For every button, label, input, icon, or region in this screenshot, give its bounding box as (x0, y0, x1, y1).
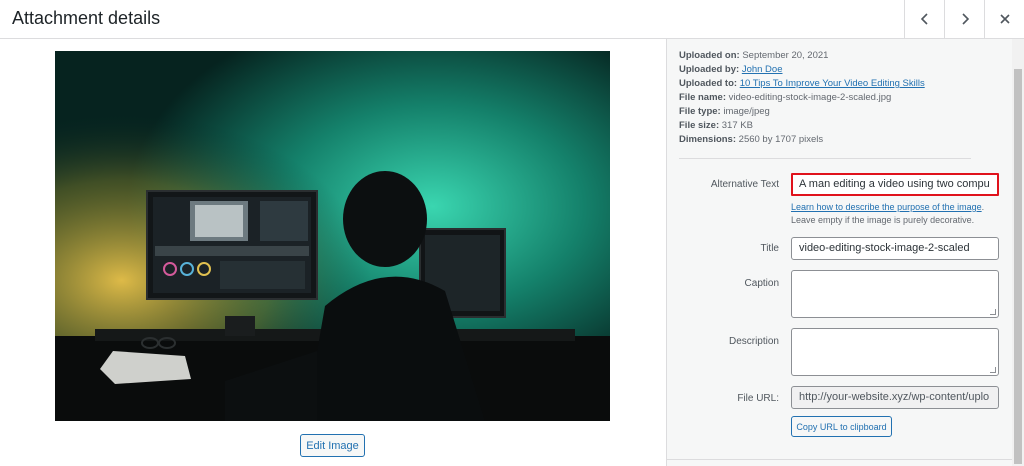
uploaded-on: Uploaded on: September 20, 2021 (679, 50, 829, 61)
alt-text-label: Alternative Text (710, 179, 779, 190)
attachment-image (55, 51, 610, 421)
dimensions: Dimensions: 2560 by 1707 pixels (679, 134, 824, 145)
previous-button[interactable] (904, 0, 944, 38)
edit-image-button[interactable]: Edit Image (300, 434, 365, 457)
title-input[interactable]: video-editing-stock-image-2-scaled (791, 237, 999, 260)
description-textarea[interactable] (791, 328, 999, 376)
attachment-info-panel: Uploaded on: September 20, 2021 Uploaded… (666, 39, 1013, 466)
file-url-label: File URL: (737, 393, 779, 404)
file-type: File type: image/jpeg (679, 106, 770, 117)
modal-header: Attachment details (0, 0, 1024, 39)
alt-text-help-link[interactable]: Learn how to describe the purpose of the… (791, 202, 982, 212)
uploaded-by-link[interactable]: John Doe (742, 64, 783, 75)
uploaded-by: Uploaded by: John Doe (679, 64, 783, 75)
resize-handle-icon[interactable] (990, 367, 996, 373)
caption-label: Caption (744, 278, 779, 289)
chevron-right-icon (961, 13, 969, 25)
attachment-preview: Edit Image (0, 39, 666, 466)
close-icon (999, 14, 1010, 24)
file-size: File size: 317 KB (679, 120, 753, 131)
details-divider (679, 158, 971, 159)
uploaded-to-link[interactable]: 10 Tips To Improve Your Video Editing Sk… (740, 78, 925, 89)
file-name: File name: video-editing-stock-image-2-s… (679, 92, 892, 103)
alt-text-input[interactable]: A man editing a video using two compu (791, 173, 999, 196)
title-label: Title (760, 243, 779, 254)
description-label: Description (728, 336, 779, 347)
resize-handle-icon[interactable] (990, 309, 996, 315)
scrollbar[interactable] (1012, 39, 1024, 466)
file-url-input[interactable]: http://your-website.xyz/wp-content/uplo (791, 386, 999, 409)
close-button[interactable] (984, 0, 1024, 38)
uploaded-to: Uploaded to: 10 Tips To Improve Your Vid… (679, 78, 925, 89)
file-details: Uploaded on: September 20, 2021 Uploaded… (679, 49, 925, 147)
modal-title: Attachment details (12, 8, 161, 28)
next-button[interactable] (944, 0, 984, 38)
alt-text-help: Learn how to describe the purpose of the… (791, 202, 985, 225)
scrollbar-thumb[interactable] (1014, 69, 1022, 464)
caption-textarea[interactable] (791, 270, 999, 318)
chevron-left-icon (920, 13, 928, 25)
copy-url-button[interactable]: Copy URL to clipboard (791, 416, 892, 437)
panel-divider (667, 459, 1013, 460)
